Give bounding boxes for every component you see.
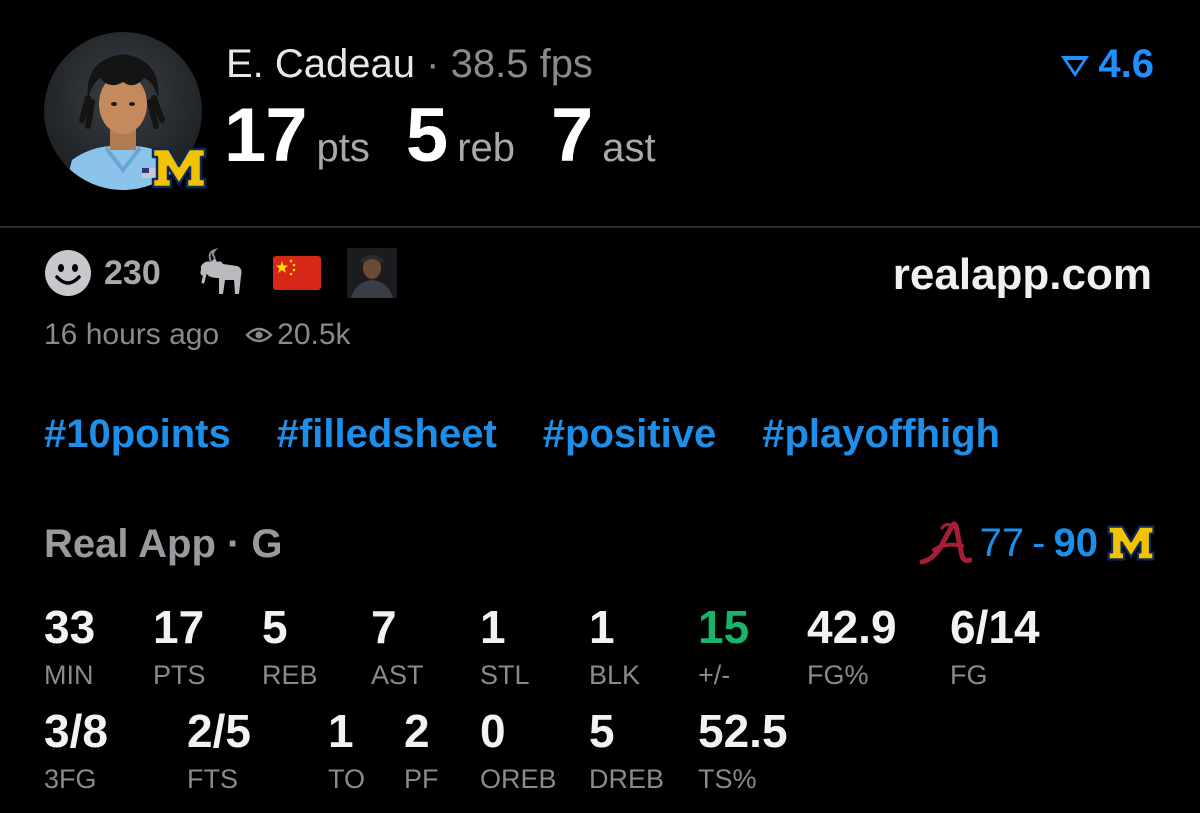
hashtag-link[interactable]: #10points [44,412,231,457]
game-label: Real App · G [44,522,283,566]
stat-label: PF [404,764,439,794]
rebounds-label: reb [457,126,515,170]
stat-label: MIN [44,660,94,690]
home-score: 90 [1053,520,1099,565]
stat-value: 3/8 [44,705,108,757]
stat-value: 33 [44,601,96,653]
stat-dreb: 5 DREB [589,708,664,795]
stat-stl: 1 STL [480,604,530,691]
stat-value: 6/14 [950,601,1040,653]
stat-fg: 6/14 FG [950,604,1040,691]
stat-label: FG% [807,660,869,690]
view-count: 20.5k [245,318,351,352]
stat-label: OREB [480,764,557,794]
post-meta: 16 hours ago 20.5k [44,318,351,352]
site-link[interactable]: realapp.com [893,250,1152,300]
hashtag-link[interactable]: #playoffhigh [762,412,1000,457]
divider [0,226,1200,228]
stat-label: 3FG [44,764,97,794]
stat-ts-pct: 52.5 TS% [698,708,788,795]
points-value: 17 [224,93,308,178]
stat-3fg: 3/8 3FG [44,708,108,795]
stat-ast: 7 AST [371,604,424,691]
player-name[interactable]: E. Cadeau [226,42,415,86]
assists-value: 7 [551,93,593,178]
michigan-logo-icon [150,146,208,190]
points-label: pts [316,126,370,170]
stat-blk: 1 BLK [589,604,640,691]
stat-to: 1 TO [328,708,365,795]
eye-icon [245,327,273,343]
separator-dot: · [426,42,440,86]
smiley-icon[interactable] [44,249,92,297]
stat-pts: 17 PTS [153,604,206,691]
assists-label: ast [602,126,656,170]
reactions-row: 230 [44,248,397,298]
fantasy-points: 38.5 fps [450,42,593,86]
stat-value: 0 [480,705,506,757]
player-statline: 17 pts 5 reb 7 ast [224,92,692,179]
stat-value: 7 [371,601,397,653]
stat-label: STL [480,660,530,690]
michigan-logo-icon [1107,525,1155,561]
timestamp: 16 hours ago [44,318,220,351]
stat-label: REB [262,660,318,690]
stat-value: 2 [404,705,430,757]
hashtag-link[interactable]: #filledsheet [277,412,497,457]
stat-min: 33 MIN [44,604,95,691]
stat-pf: 2 PF [404,708,439,795]
stat-value: 42.9 [807,601,897,653]
score-dash: - [1032,520,1046,565]
rating-badge[interactable]: 4.6 [1058,42,1154,87]
view-count-value: 20.5k [277,318,351,351]
real-logo-icon [1061,55,1090,77]
reaction-count: 230 [104,253,161,292]
stat-value: 1 [328,705,354,757]
stat-value: 5 [589,705,615,757]
stat-label: BLK [589,660,641,690]
stat-fts: 2/5 FTS [187,708,251,795]
stat-value: 1 [589,601,615,653]
stat-label: DREB [589,764,665,794]
stat-label: +/- [698,660,731,690]
stat-value: 2/5 [187,705,251,757]
stat-value: 52.5 [698,705,788,757]
stat-reb: 5 REB [262,604,318,691]
stat-label: FG [950,660,988,690]
stat-label: TO [328,764,366,794]
stat-fg-pct: 42.9 FG% [807,604,897,691]
stat-value: 1 [480,601,506,653]
rebounds-value: 5 [405,93,448,178]
rating-value: 4.6 [1098,42,1154,86]
stat-label: AST [371,660,424,690]
stat-label: TS% [698,764,757,794]
user-avatar-icon[interactable] [346,248,397,298]
stat-label: PTS [153,660,206,690]
goat-icon[interactable] [195,248,247,298]
stat-value: 15 [698,601,750,653]
game-score[interactable]: 77-90 [918,520,1156,566]
stat-value: 17 [153,601,205,653]
stat-plus-minus: 15 +/- [698,604,749,691]
china-flag-icon[interactable] [272,256,321,290]
stat-oreb: 0 OREB [480,708,557,795]
stat-value: 5 [262,601,288,653]
hashtag-link[interactable]: #positive [543,412,716,457]
player-header: E. Cadeau · 38.5 fps [226,42,593,87]
hashtag-list: #10points #filledsheet #positive #playof… [44,412,1000,457]
away-score: 77 [979,520,1025,565]
stat-label: FTS [187,764,238,794]
alabama-logo-icon [919,521,972,565]
